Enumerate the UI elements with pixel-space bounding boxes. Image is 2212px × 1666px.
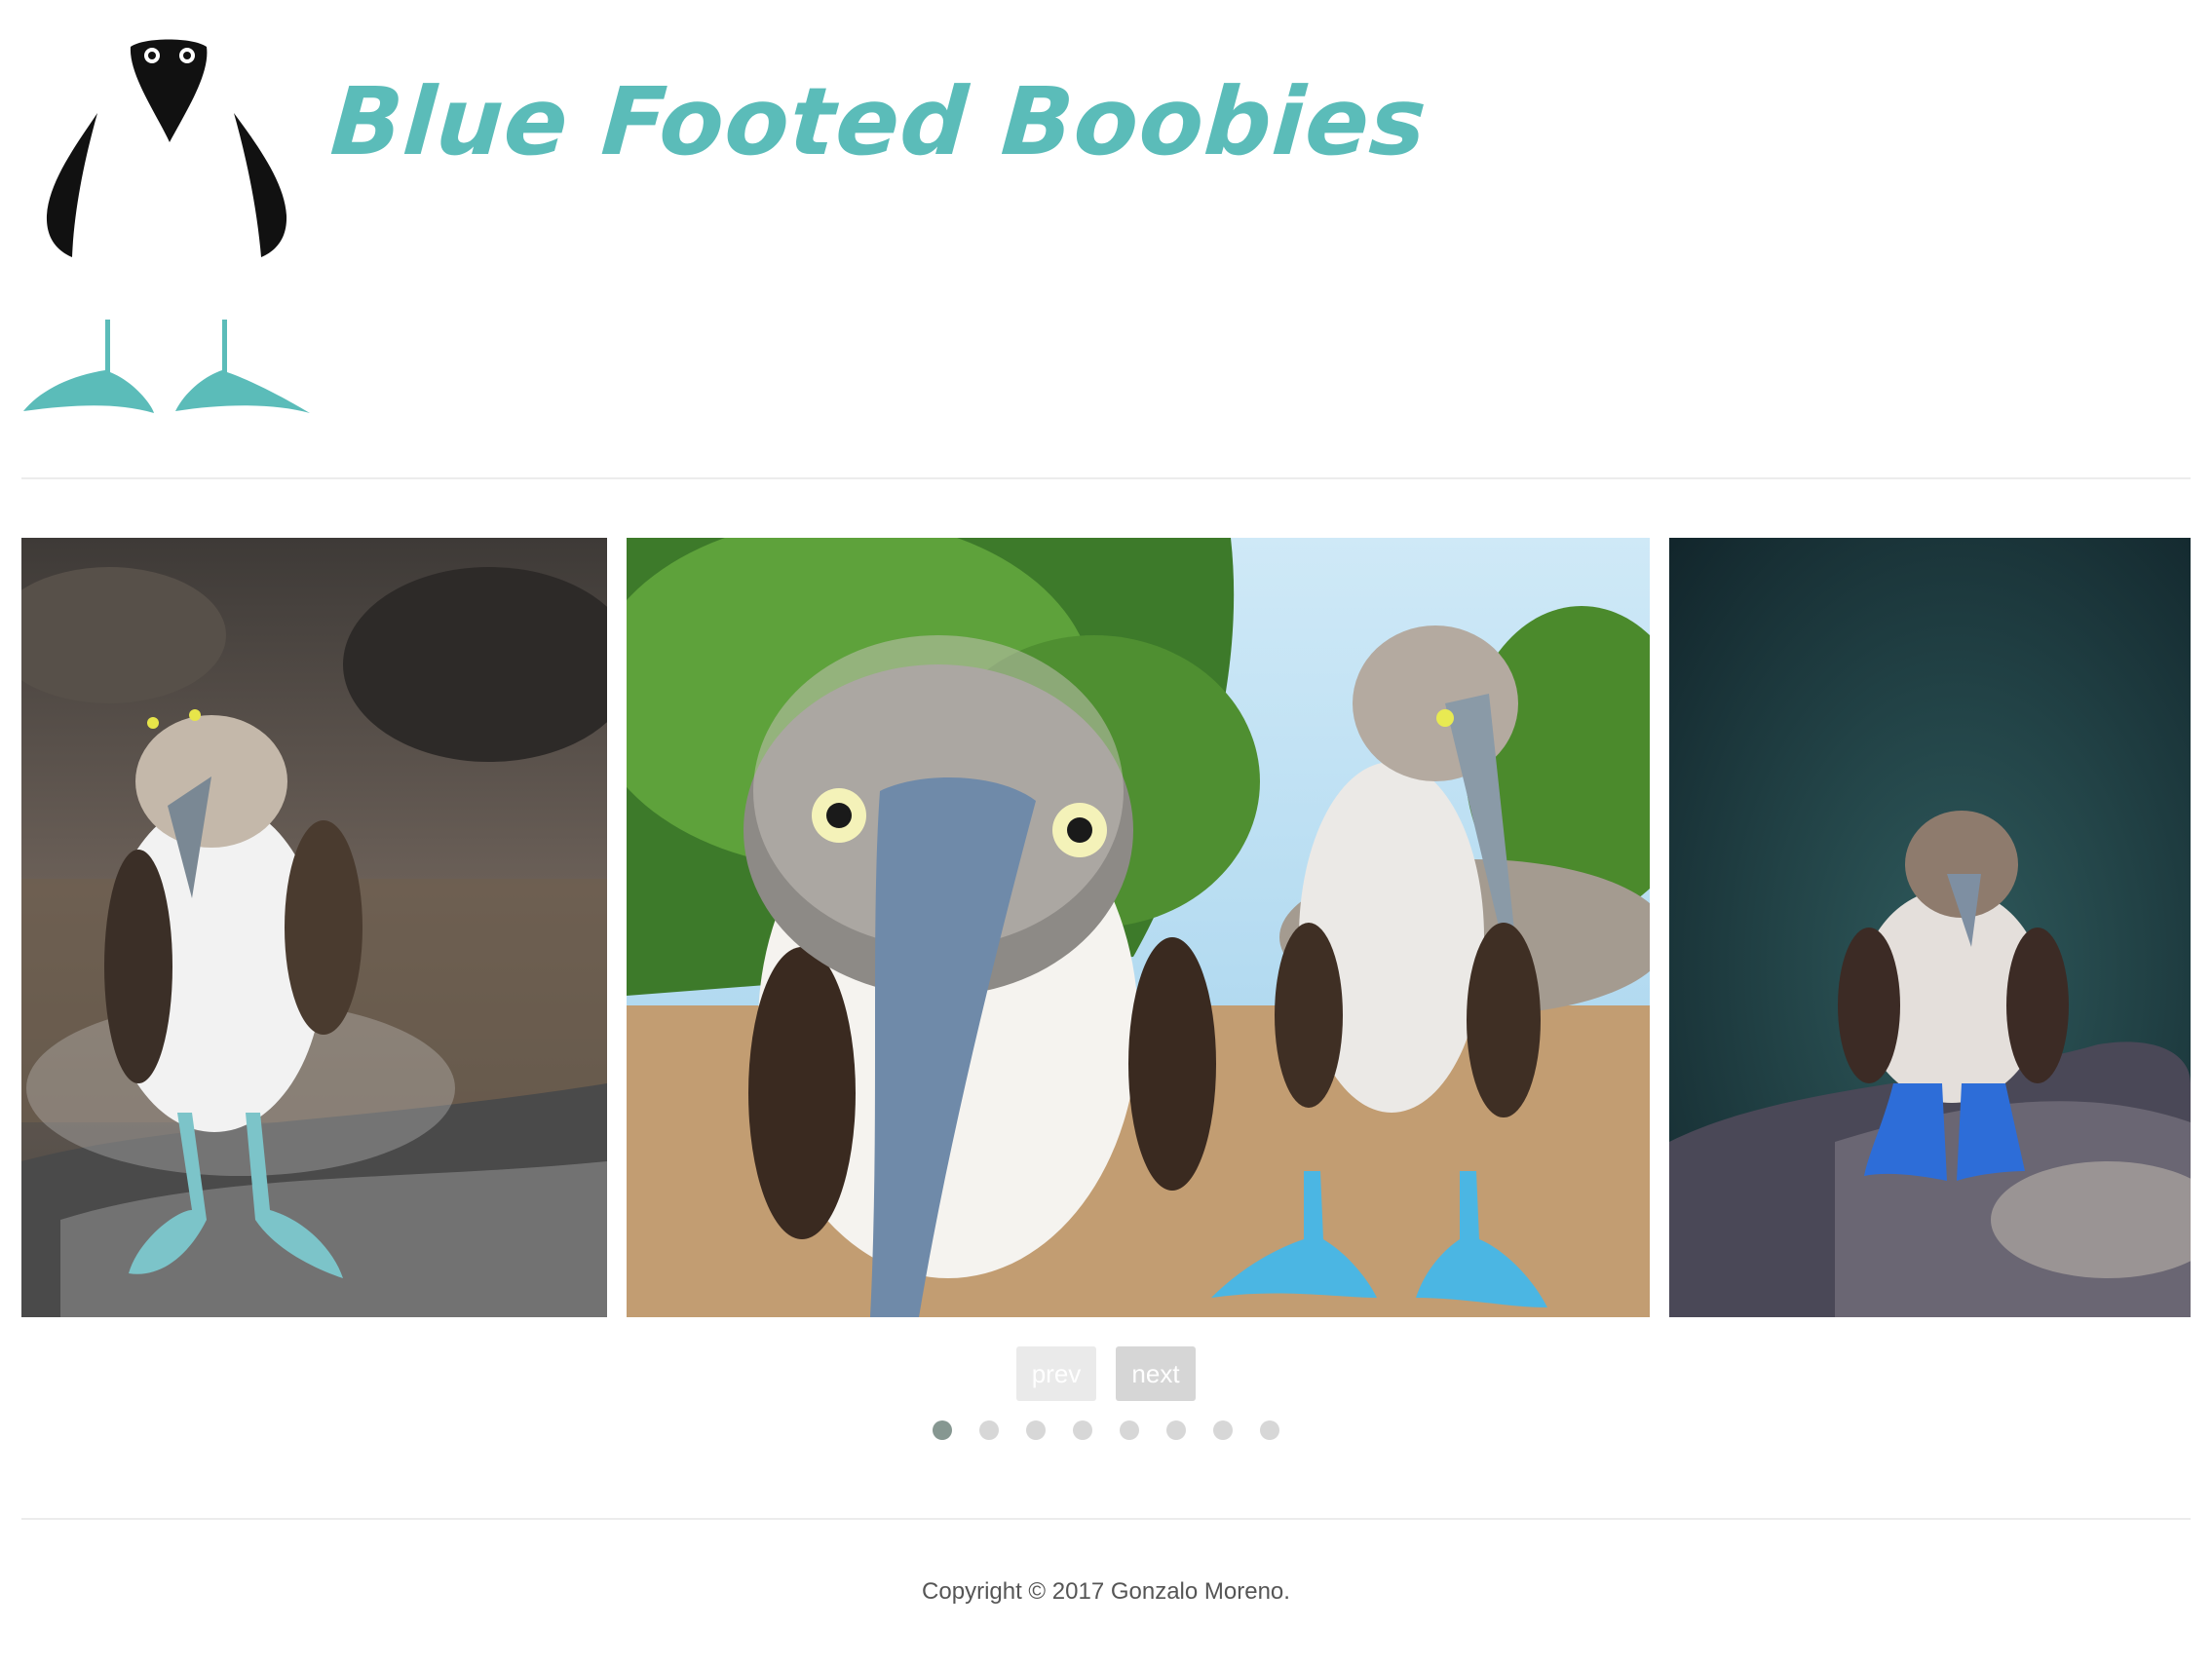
- image-carousel[interactable]: [21, 538, 2191, 1317]
- carousel-dot[interactable]: [1213, 1420, 1233, 1440]
- header-divider: [21, 477, 2191, 479]
- carousel-slide[interactable]: [1669, 538, 2191, 1317]
- prev-button[interactable]: prev: [1016, 1346, 1096, 1401]
- booby-on-rock-photo-icon: [21, 538, 607, 1317]
- carousel-dot[interactable]: [1026, 1420, 1046, 1440]
- carousel-dot[interactable]: [1120, 1420, 1139, 1440]
- carousel-dots: [0, 1420, 2212, 1444]
- carousel-slide[interactable]: [627, 538, 1650, 1317]
- carousel-dot[interactable]: [979, 1420, 999, 1440]
- carousel-slide[interactable]: [21, 538, 607, 1317]
- two-boobies-closeup-photo-icon: [627, 538, 1650, 1317]
- booby-logo-icon: [19, 35, 312, 421]
- footer-divider: [21, 1518, 2191, 1520]
- booby-dark-background-photo-icon: [1669, 538, 2191, 1317]
- carousel-dot[interactable]: [1073, 1420, 1092, 1440]
- site-title: Blue Footed Boobies: [327, 67, 1430, 176]
- copyright-text: Copyright © 2017 Gonzalo Moreno.: [922, 1578, 1290, 1605]
- carousel-dot[interactable]: [1166, 1420, 1186, 1440]
- next-button[interactable]: next: [1116, 1346, 1196, 1401]
- carousel-controls: prev next: [0, 1346, 2212, 1405]
- carousel-dot[interactable]: [933, 1420, 952, 1440]
- carousel-dot[interactable]: [1260, 1420, 1279, 1440]
